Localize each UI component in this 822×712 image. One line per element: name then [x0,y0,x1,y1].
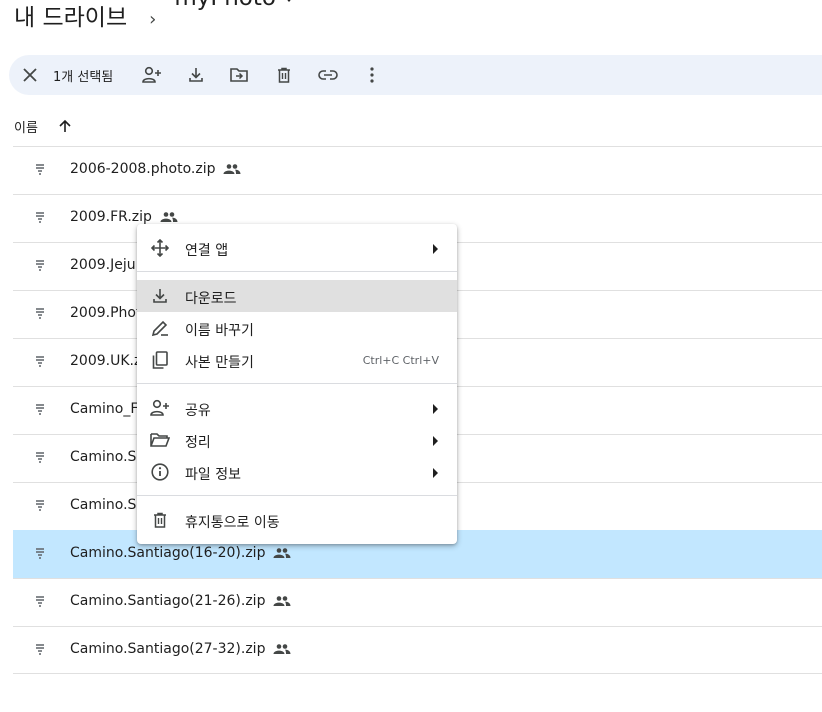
zip-file-icon [35,260,45,272]
zip-file-icon [35,404,45,416]
menu-label: 파일 정보 [185,467,241,483]
zip-file-icon [35,164,45,176]
submenu-arrow-icon [433,436,438,446]
trash-button[interactable] [272,63,296,87]
file-name: Camino.Santiago(27-32).zip [70,641,266,657]
file-name: Camino.Sa [70,497,145,513]
selection-count: 1개 선택됨 [53,70,114,85]
menu-item-open-with[interactable]: 연결 앱 [137,232,457,264]
file-name: Camino.Santiago(21-26).zip [70,593,266,609]
zip-file-icon [35,308,45,320]
trash-icon [150,510,170,530]
list-header: 이름 [14,114,72,138]
sort-ascending-button[interactable] [58,119,72,133]
link-icon [318,70,338,80]
file-name: 2006-2008.photo.zip [70,161,216,177]
menu-label: 휴지통으로 이동 [185,515,280,531]
zip-file-icon [35,644,45,656]
trash-icon [278,67,290,83]
move-button[interactable] [227,63,251,87]
download-icon [150,286,170,306]
menu-label: 사본 만들기 [185,355,254,371]
file-name: Camino.Santiago(16-20).zip [70,545,266,561]
file-name: Camino_Fi [70,401,142,417]
file-name: 2009.Jeju [70,257,136,273]
close-icon [23,68,37,82]
table-row[interactable]: Camino.Santiago(21-26).zip [13,578,822,626]
zip-file-icon [35,356,45,368]
copy-icon [150,350,170,370]
submenu-arrow-icon [433,404,438,414]
menu-item-move-to-trash[interactable]: 휴지통으로 이동 [137,504,457,536]
download-button[interactable] [184,63,208,87]
shared-people-icon [273,644,291,654]
clear-selection-button[interactable] [18,63,42,87]
menu-item-download[interactable]: 다운로드 [137,280,457,312]
menu-label: 다운로드 [185,291,237,307]
selection-toolbar: 1개 선택됨 [9,55,822,95]
arrow-up-icon [59,119,71,132]
menu-label: 공유 [185,403,211,419]
zip-file-icon [35,452,45,464]
drive-file-move-icon [230,68,248,82]
person-add-icon [142,66,161,83]
shared-people-icon [273,548,291,558]
breadcrumb-separator: › [149,9,157,30]
menu-item-file-info[interactable]: 파일 정보 [137,456,457,488]
zip-file-icon [35,548,45,560]
breadcrumb-current-label: myPhoto [174,0,276,20]
more-actions-button[interactable] [360,63,384,87]
menu-item-make-copy[interactable]: 사본 만들기 Ctrl+C Ctrl+V [137,344,457,376]
table-row[interactable]: 2006-2008.photo.zip [13,146,822,194]
file-name: 2009.Phot [70,305,142,321]
shared-people-icon [160,212,178,222]
breadcrumb-my-drive[interactable]: 내 드라이브 [14,0,127,40]
file-name: Camino.Sa [70,449,145,465]
zip-file-icon [35,212,45,224]
copy-link-button[interactable] [316,63,340,87]
menu-divider [137,383,457,384]
edit-pen-icon [150,318,170,338]
zip-file-icon [35,500,45,512]
menu-label: 이름 바꾸기 [185,323,254,339]
info-icon [150,462,170,482]
download-icon [189,68,203,82]
shared-people-icon [273,596,291,606]
menu-label: 연결 앱 [185,243,229,259]
share-button[interactable] [140,63,164,87]
open-with-icon [150,238,170,258]
menu-item-organize[interactable]: 정리 [137,424,457,456]
file-name: 2009.FR.zip [70,209,152,225]
zip-file-icon [35,596,45,608]
breadcrumb: 내 드라이브 › myPhoto [14,0,294,44]
menu-item-share[interactable]: 공유 [137,392,457,424]
name-column-header[interactable]: 이름 [14,117,38,136]
file-name: 2009.UK.z [70,353,142,369]
menu-item-rename[interactable]: 이름 바꾸기 [137,312,457,344]
person-add-icon [150,398,170,418]
more-vert-icon [370,67,374,83]
folder-open-icon [150,430,170,450]
submenu-arrow-icon [433,244,438,254]
breadcrumb-current-folder[interactable]: myPhoto [174,0,294,20]
context-menu: 연결 앱 다운로드 이름 바꾸기 사본 만들기 Ctrl+C Ctrl+V 공유… [137,224,457,544]
table-row[interactable]: Camino.Santiago(27-32).zip [13,626,822,674]
keyboard-shortcut: Ctrl+C Ctrl+V [362,354,439,367]
caret-down-icon [283,0,294,2]
submenu-arrow-icon [433,468,438,478]
menu-divider [137,271,457,272]
menu-divider [137,495,457,496]
shared-people-icon [223,164,241,174]
menu-label: 정리 [185,435,211,451]
